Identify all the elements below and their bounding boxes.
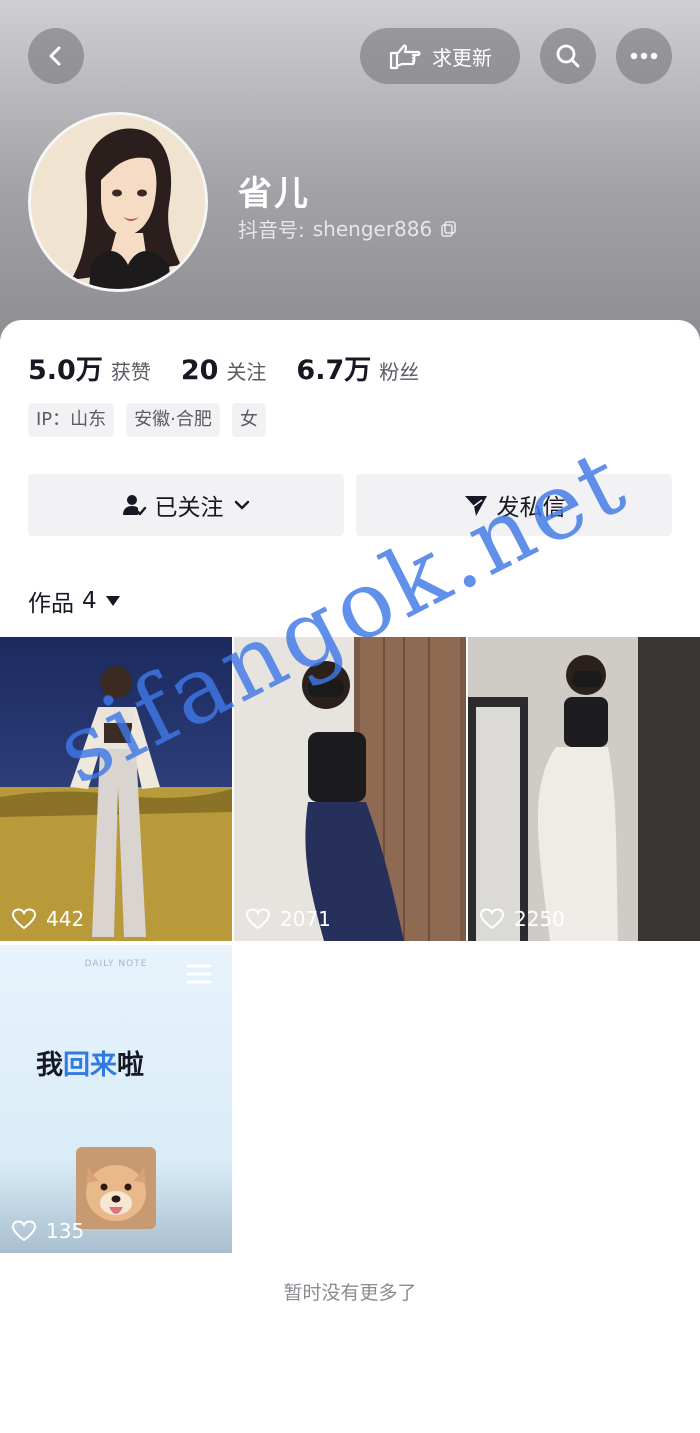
douyin-id: 抖音号: shenger886: [238, 214, 458, 243]
video-thumbnail[interactable]: 2250: [468, 637, 700, 941]
no-more-content: 暂时没有更多了: [283, 1282, 417, 1304]
following-count[interactable]: 20: [181, 355, 219, 386]
profile-tags: IP：山东 安徽·合肥 女: [28, 403, 266, 437]
like-count: 2071: [246, 907, 331, 931]
heart-icon: [12, 1220, 36, 1242]
tag-ip: IP：山东: [28, 403, 115, 437]
like-count: 135: [12, 1219, 84, 1243]
likes-count: 5.0万: [28, 355, 103, 386]
likes-label: 获赞: [110, 360, 151, 384]
request-update-label: 求更新: [432, 45, 492, 70]
following-button-label: 已关注: [154, 495, 224, 521]
avatar-illustration: [31, 115, 205, 289]
like-count: 442: [12, 907, 84, 931]
tag-gender: 女: [231, 403, 266, 437]
like-count-value: 442: [46, 907, 85, 931]
video-thumbnail[interactable]: DAILY NOTE 我回来啦 135: [0, 945, 232, 1253]
pointing-hand-icon: [389, 44, 421, 70]
video-caption: 我回来啦: [36, 1043, 144, 1082]
douyin-id-value: shenger886: [312, 216, 433, 241]
dog-photo: [76, 1147, 156, 1229]
chevron-down-icon: [234, 500, 249, 510]
like-count-value: 2071: [280, 907, 331, 931]
followers-count[interactable]: 6.7万: [296, 348, 371, 387]
douyin-id-label: 抖音号:: [238, 218, 305, 242]
avatar[interactable]: [28, 112, 208, 292]
caret-down-icon: [105, 596, 120, 606]
copy-icon[interactable]: [440, 220, 458, 238]
following-label[interactable]: 关注: [226, 356, 266, 385]
heart-icon: [246, 908, 270, 930]
heart-icon: [480, 908, 504, 930]
caption-part: 我: [36, 1050, 63, 1081]
back-button[interactable]: [28, 28, 84, 84]
user-check-icon: [122, 495, 146, 516]
tag-location: 安徽·合肥: [126, 403, 220, 437]
request-update-button[interactable]: 求更新: [360, 28, 520, 84]
works-label: 作品: [28, 591, 74, 617]
works-tab[interactable]: 作品 4: [28, 584, 121, 618]
video-cover-image: [468, 637, 700, 941]
like-count-value: 135: [46, 1219, 85, 1243]
like-count-value: 2250: [514, 907, 565, 931]
followers-label[interactable]: 粉丝: [379, 356, 419, 385]
heart-icon: [12, 908, 36, 930]
more-dots-icon: [630, 52, 658, 60]
caption-highlight: 回来: [63, 1050, 117, 1081]
following-button[interactable]: 已关注: [28, 474, 344, 536]
works-count: 4: [82, 588, 97, 614]
chevron-left-icon: [49, 46, 61, 66]
search-button[interactable]: [540, 28, 596, 84]
caption-part: 啦: [117, 1050, 144, 1081]
more-button[interactable]: [616, 28, 672, 84]
search-icon: [556, 44, 580, 68]
profile-stats: 5.0万 获赞 20 关注 6.7万 粉丝: [28, 348, 449, 387]
menu-icon: [186, 964, 212, 984]
like-count: 2250: [480, 907, 565, 931]
profile-name: 省儿: [238, 174, 310, 214]
